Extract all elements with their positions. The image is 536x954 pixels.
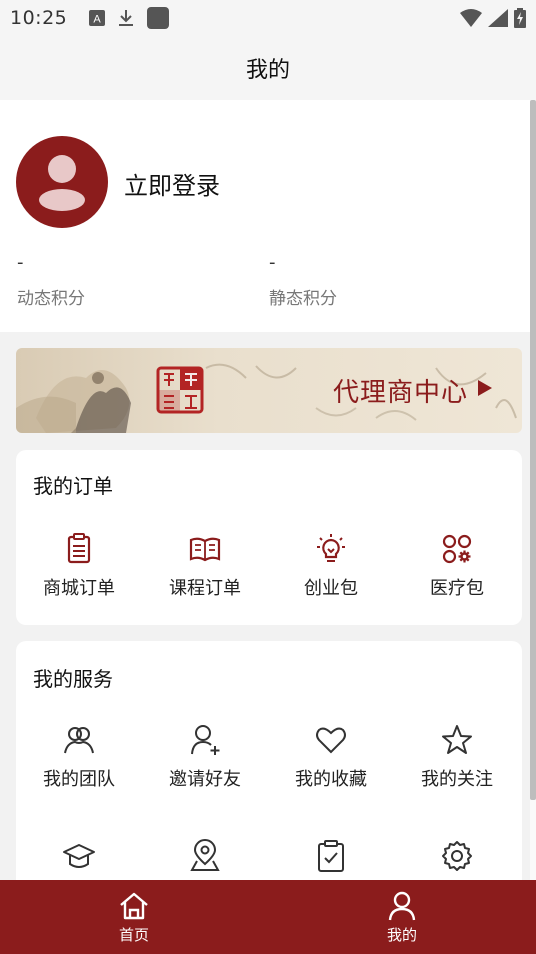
default-user-avatar-icon <box>39 155 85 211</box>
static-points[interactable]: - 静态积分 <box>269 252 469 309</box>
scrollbar-thumb[interactable] <box>530 100 536 800</box>
order-item-label: 创业包 <box>304 578 358 599</box>
order-item-label: 课程订单 <box>169 578 241 599</box>
notification-a-icon: A <box>89 10 106 26</box>
service-item-invite-friends[interactable]: 邀请好友 <box>142 723 268 791</box>
agent-center-title: 代理商中心 <box>332 378 468 408</box>
my-orders-card: 我的订单 商城订单 课程订单 创业包 医疗包 <box>16 450 522 625</box>
location-pin-icon <box>190 839 220 871</box>
cellular-signal-icon <box>488 9 508 27</box>
order-item-medical-pack[interactable]: 医疗包 <box>394 532 520 600</box>
lightbulb-icon <box>317 534 345 562</box>
status-notification-icons: A <box>89 7 170 29</box>
wifi-icon <box>460 9 482 27</box>
service-item-label: 我的关注 <box>421 769 493 790</box>
status-bar: 10:25 A <box>0 0 536 36</box>
tab-home[interactable]: 首页 <box>0 880 268 954</box>
book-open-icon <box>189 537 221 562</box>
settings-gear-icon <box>442 841 472 871</box>
static-points-value: - <box>269 252 276 273</box>
service-item-settings[interactable] <box>394 839 520 873</box>
login-link[interactable]: 立即登录 <box>124 166 220 201</box>
agent-center-banner[interactable]: 代理商中心 <box>16 348 522 433</box>
service-item-my-favorites[interactable]: 我的收藏 <box>268 723 394 791</box>
svg-text:A: A <box>94 14 102 26</box>
service-item-address[interactable] <box>142 839 268 873</box>
seal-stamp-icon <box>156 366 204 414</box>
clipboard-list-icon <box>67 533 91 564</box>
page-title: 我的 <box>245 58 290 83</box>
clipboard-check-icon <box>318 840 344 872</box>
bottom-tab-bar: 首页 我的 <box>0 880 536 954</box>
order-item-mall[interactable]: 商城订单 <box>16 532 142 600</box>
tab-mine[interactable]: 我的 <box>268 880 536 954</box>
star-icon <box>442 725 472 754</box>
order-item-label: 医疗包 <box>430 578 484 599</box>
service-item-label: 我的收藏 <box>295 769 367 790</box>
status-system-icons <box>460 8 526 28</box>
service-item-label: 我的团队 <box>43 769 115 790</box>
my-services-card: 我的服务 我的团队 邀请好友 我的收藏 我的关注 <box>16 641 522 891</box>
graduation-cap-icon <box>63 844 95 868</box>
download-icon <box>119 10 134 26</box>
dynamic-points[interactable]: - 动态积分 <box>17 252 217 309</box>
order-item-startup-pack[interactable]: 创业包 <box>268 532 394 600</box>
my-orders-title: 我的订单 <box>33 474 113 498</box>
home-icon <box>120 892 148 919</box>
static-points-label: 静态积分 <box>269 289 337 309</box>
banner-arrow-icon <box>478 380 492 396</box>
avatar[interactable] <box>16 136 108 228</box>
service-item-label: 邀请好友 <box>169 769 241 790</box>
service-item-tasks[interactable] <box>268 839 394 873</box>
tab-home-label: 首页 <box>118 925 149 944</box>
user-icon <box>388 891 416 920</box>
my-services-title: 我的服务 <box>33 667 113 691</box>
heart-icon <box>316 727 346 754</box>
app-square-icon <box>147 7 170 29</box>
profile-card: 立即登录 - 动态积分 - 静态积分 <box>0 100 530 332</box>
team-icon <box>64 727 94 754</box>
service-item-courses[interactable] <box>16 839 142 873</box>
service-item-my-team[interactable]: 我的团队 <box>16 723 142 791</box>
tab-mine-label: 我的 <box>386 925 417 944</box>
status-time: 10:25 <box>10 7 68 29</box>
add-user-icon <box>191 725 220 755</box>
battery-charging-icon <box>514 8 526 28</box>
dynamic-points-label: 动态积分 <box>17 289 85 309</box>
apps-gear-icon <box>442 534 472 564</box>
order-item-course[interactable]: 课程订单 <box>142 532 268 600</box>
dynamic-points-value: - <box>17 252 24 273</box>
app-header: 我的 <box>0 36 536 100</box>
service-item-my-follows[interactable]: 我的关注 <box>394 723 520 791</box>
order-item-label: 商城订单 <box>43 578 115 599</box>
